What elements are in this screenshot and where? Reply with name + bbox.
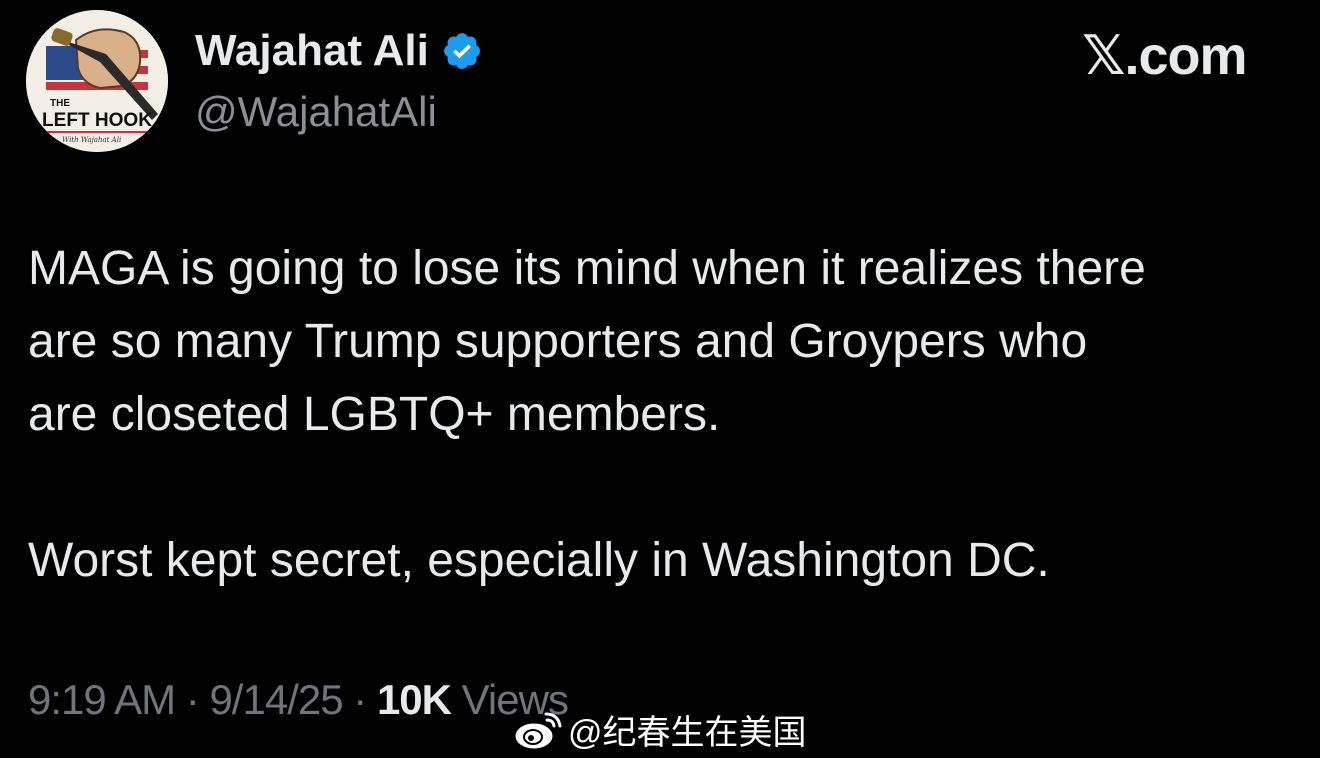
tweet-text: MAGA is going to lose its mind when it r… — [28, 232, 1308, 597]
left-hook-logo: THE LEFT HOOK With Wajahat Ali — [26, 10, 168, 152]
logo-text-script: With Wajahat Ali — [62, 136, 121, 144]
x-brand-logo: 𝕏.com — [1082, 26, 1248, 86]
weibo-watermark: @纪春生在美国 — [512, 705, 807, 754]
logo-text-main: LEFT HOOK — [42, 110, 152, 131]
logo-text-the: THE — [50, 98, 70, 109]
tweet-paragraph-1: MAGA is going to lose its mind when it r… — [28, 232, 1308, 451]
avatar[interactable]: THE LEFT HOOK With Wajahat Ali — [26, 10, 168, 152]
tweet-meta: 9:19 AM · 9/14/25 · 10K Views — [28, 676, 569, 724]
meta-separator: · — [185, 676, 200, 723]
tweet-line: MAGA is going to lose its mind when it r… — [28, 242, 1146, 295]
watermark-text: @纪春生在美国 — [568, 714, 807, 752]
author-display-name[interactable]: Wajahat Ali — [195, 26, 429, 76]
tweet-date[interactable]: 9/14/25 — [209, 676, 343, 723]
tweet-line: are closeted LGBTQ+ members. — [28, 388, 721, 441]
views-count: 10K — [376, 676, 452, 723]
tweet-paragraph-2: Worst kept secret, especially in Washing… — [28, 534, 1050, 587]
weibo-icon — [514, 712, 562, 749]
tweet-time[interactable]: 9:19 AM — [28, 676, 176, 723]
author-name[interactable]: Wajahat Ali — [195, 26, 483, 76]
author-handle[interactable]: @WajahatAli — [195, 88, 437, 136]
tweet-line: are so many Trump supporters and Groyper… — [28, 315, 1088, 368]
meta-separator: · — [353, 676, 367, 723]
verified-badge-icon — [443, 33, 480, 69]
